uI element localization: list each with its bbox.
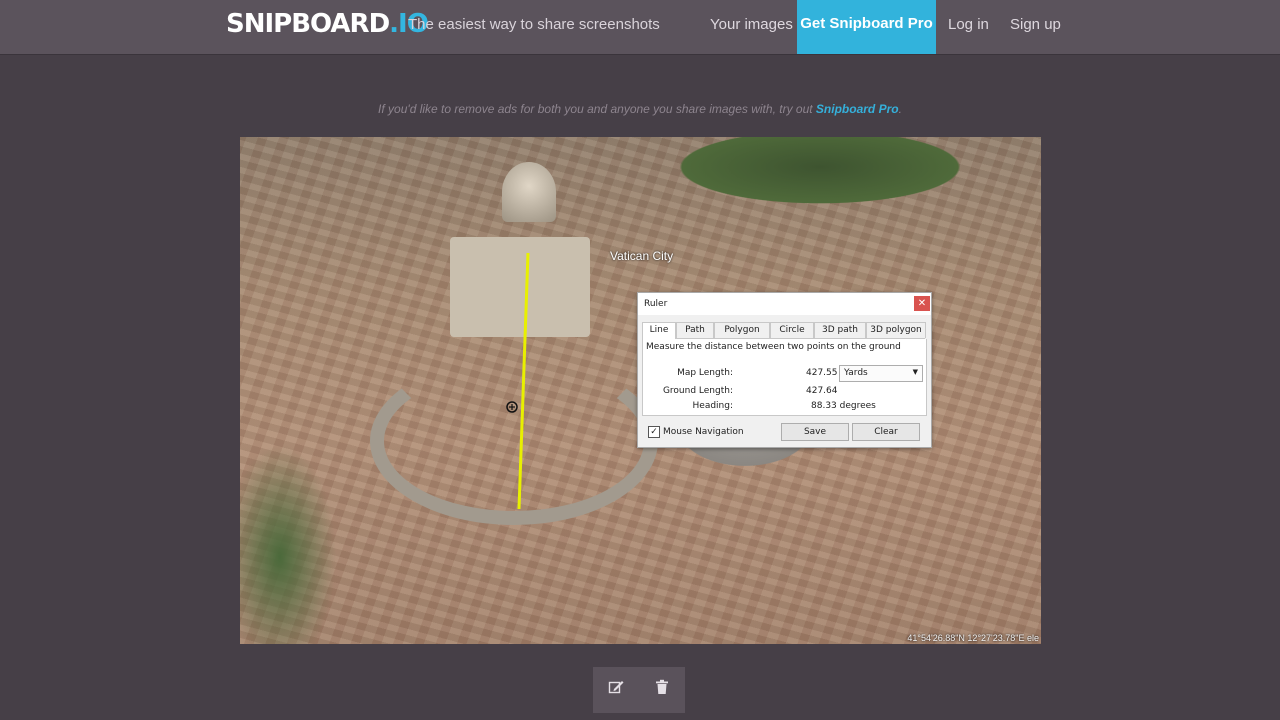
site-tagline: The easiest way to share screenshots [408, 16, 660, 33]
map-place-label: Vatican City [610, 249, 674, 263]
unit-select-value: Yards [844, 368, 868, 378]
close-icon[interactable]: ✕ [914, 296, 930, 311]
logo-main-text: SNIPBOARD [226, 9, 390, 39]
ad-note-end: . [898, 102, 902, 116]
chevron-down-icon: ▼ [912, 368, 918, 376]
ruler-title-bar: Ruler ✕ [638, 293, 931, 315]
tab-circle[interactable]: Circle [770, 322, 814, 338]
tab-line[interactable]: Line [642, 322, 676, 339]
get-pro-button[interactable]: Get Snipboard Pro [797, 0, 936, 54]
heading-value: 88.33 degrees [811, 401, 876, 411]
ruler-title: Ruler [644, 299, 668, 309]
tab-3d-path[interactable]: 3D path [814, 322, 866, 338]
clear-button[interactable]: Clear [852, 423, 920, 441]
map-coordinates: 41°54'26.88"N 12°27'23.78"E ele [907, 633, 1039, 643]
ruler-line-panel: Measure the distance between two points … [642, 339, 927, 416]
ad-note-text: If you'd like to remove ads for both you… [378, 102, 816, 116]
map-length-label: Map Length: [677, 368, 733, 378]
image-actions-toolbar [593, 667, 685, 713]
map-length-value: 427.55 [806, 368, 838, 378]
snipboard-pro-link[interactable]: Snipboard Pro [816, 102, 899, 116]
ruler-tabs: Line Path Polygon Circle 3D path 3D poly… [642, 322, 926, 339]
tab-3d-polygon[interactable]: 3D polygon [866, 322, 926, 338]
nav-login-link[interactable]: Log in [948, 16, 989, 33]
shared-screenshot-image[interactable]: Vatican City 41°54'26.88"N 12°27'23.78"E… [240, 137, 1041, 644]
save-button[interactable]: Save [781, 423, 849, 441]
tab-polygon[interactable]: Polygon [714, 322, 770, 338]
ground-length-value: 427.64 [806, 386, 838, 396]
ruler-description: Measure the distance between two points … [646, 342, 901, 352]
ground-length-label: Ground Length: [662, 386, 733, 396]
snipboard-logo[interactable]: SNIPBOARD.IO [226, 9, 429, 39]
mouse-navigation-checkbox[interactable]: ✓ [648, 426, 660, 438]
nav-your-images-link[interactable]: Your images [710, 16, 793, 33]
trash-icon[interactable] [651, 679, 673, 701]
top-navigation-bar: SNIPBOARD.IO The easiest way to share sc… [0, 0, 1280, 55]
ruler-footer: ✓ Mouse Navigation Save Clear [638, 420, 931, 446]
ruler-measure-line [517, 252, 530, 510]
unit-select[interactable]: Yards ▼ [839, 365, 923, 382]
mouse-navigation-label: Mouse Navigation [663, 427, 744, 437]
remove-ads-note: If you'd like to remove ads for both you… [0, 102, 1280, 116]
edit-icon[interactable] [605, 679, 627, 701]
ruler-dialog: Ruler ✕ Line Path Polygon Circle 3D path… [637, 292, 932, 448]
nav-signup-link[interactable]: Sign up [1010, 16, 1061, 33]
tab-path[interactable]: Path [676, 322, 714, 338]
heading-label: Heading: [692, 401, 733, 411]
